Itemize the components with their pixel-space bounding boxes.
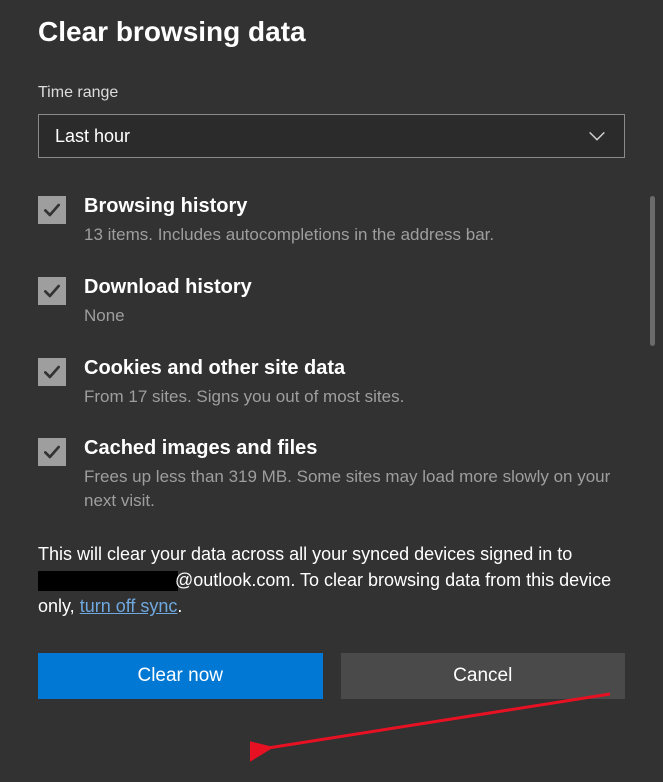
time-range-value: Last hour	[55, 126, 586, 147]
annotation-arrow-icon	[250, 688, 620, 774]
options-list: Browsing history 13 items. Includes auto…	[38, 194, 625, 513]
checkbox-cached[interactable]	[38, 438, 66, 466]
option-label: Download history	[84, 275, 625, 300]
checkbox-cookies[interactable]	[38, 358, 66, 386]
info-suffix: .	[177, 596, 182, 616]
sync-info-text: This will clear your data across all you…	[38, 541, 625, 619]
option-label: Cookies and other site data	[84, 356, 625, 381]
option-cached: Cached images and files Frees up less th…	[38, 436, 625, 513]
option-desc: None	[84, 304, 625, 328]
info-prefix: This will clear your data across all you…	[38, 544, 572, 564]
redacted-email	[38, 571, 178, 591]
checkbox-browsing-history[interactable]	[38, 196, 66, 224]
check-icon	[42, 442, 62, 462]
option-download-history: Download history None	[38, 275, 625, 328]
check-icon	[42, 362, 62, 382]
option-desc: Frees up less than 319 MB. Some sites ma…	[84, 465, 625, 513]
option-label: Browsing history	[84, 194, 625, 219]
scrollbar[interactable]	[650, 196, 655, 346]
check-icon	[42, 200, 62, 220]
clear-now-button[interactable]: Clear now	[38, 653, 323, 699]
check-icon	[42, 281, 62, 301]
checkbox-download-history[interactable]	[38, 277, 66, 305]
dialog-title: Clear browsing data	[38, 16, 625, 48]
button-row: Clear now Cancel	[38, 653, 625, 699]
turn-off-sync-link[interactable]: turn off sync	[80, 596, 178, 616]
option-desc: 13 items. Includes autocompletions in th…	[84, 223, 625, 247]
cancel-button[interactable]: Cancel	[341, 653, 626, 699]
option-label: Cached images and files	[84, 436, 625, 461]
option-cookies: Cookies and other site data From 17 site…	[38, 356, 625, 409]
time-range-select[interactable]: Last hour	[38, 114, 625, 158]
time-range-label: Time range	[38, 84, 625, 102]
chevron-down-icon	[586, 125, 608, 147]
info-email-domain: @outlook.com	[175, 570, 290, 590]
option-desc: From 17 sites. Signs you out of most sit…	[84, 385, 625, 409]
option-browsing-history: Browsing history 13 items. Includes auto…	[38, 194, 625, 247]
